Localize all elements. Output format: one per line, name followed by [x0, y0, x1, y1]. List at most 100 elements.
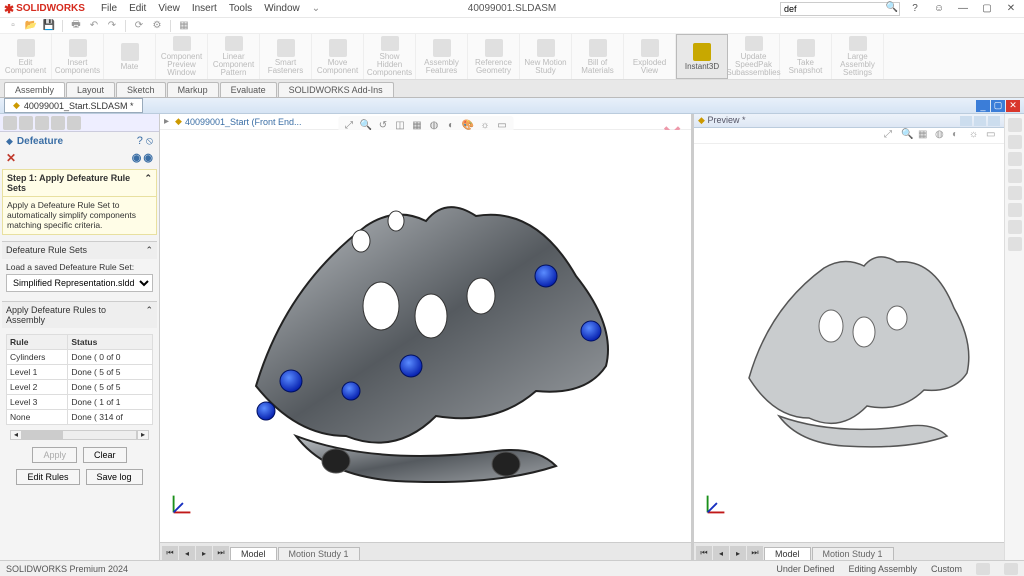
- open-icon[interactable]: 📂: [24, 19, 38, 33]
- table-row[interactable]: Level 2Done ( 5 of 5: [7, 379, 153, 394]
- ribbon-mate[interactable]: Mate: [104, 34, 156, 79]
- taskpane-forum-icon[interactable]: [1008, 237, 1022, 251]
- ribbon-exploded-view[interactable]: Exploded View: [624, 34, 676, 79]
- tab-motion-study[interactable]: Motion Study 1: [278, 547, 360, 560]
- tab-motion-study[interactable]: Motion Study 1: [812, 547, 894, 560]
- cancel-icon[interactable]: ✕: [6, 151, 16, 165]
- search-input[interactable]: [780, 2, 900, 16]
- prev-step-icon[interactable]: ◉: [132, 151, 142, 165]
- rule-set-combo[interactable]: Simplified Representation.slddrs: [6, 274, 153, 292]
- user-icon[interactable]: ☺: [930, 2, 948, 16]
- tab-nav-last-icon[interactable]: ⏭: [213, 546, 229, 560]
- taskpane-home-icon[interactable]: [1008, 118, 1022, 132]
- tab-model[interactable]: Model: [230, 547, 277, 560]
- preview-canvas[interactable]: [694, 144, 1004, 542]
- tab-nav-first-icon[interactable]: ⏮: [696, 546, 712, 560]
- options-icon[interactable]: ⚙: [150, 19, 164, 33]
- status-custom[interactable]: Custom: [931, 564, 962, 574]
- window-restore[interactable]: ▢: [978, 2, 996, 16]
- redo-icon[interactable]: ↷: [105, 19, 119, 33]
- menu-file[interactable]: File: [101, 3, 117, 14]
- tab-nav-prev-icon[interactable]: ◂: [713, 546, 729, 560]
- tab-assembly[interactable]: Assembly: [4, 82, 65, 97]
- ribbon-assembly-features[interactable]: Assembly Features: [416, 34, 468, 79]
- status-rebuild-icon[interactable]: [1004, 563, 1018, 575]
- undo-icon[interactable]: ↶: [87, 19, 101, 33]
- orientation-triad[interactable]: [168, 490, 196, 518]
- scene-icon[interactable]: ☼: [969, 129, 983, 143]
- table-row[interactable]: CylindersDone ( 0 of 0: [7, 349, 153, 364]
- preview-maximize[interactable]: [974, 116, 986, 126]
- scroll-right-icon[interactable]: ▸: [137, 430, 149, 440]
- fm-tab-config-icon[interactable]: [35, 116, 49, 130]
- collapse-icon[interactable]: ⌃: [145, 305, 153, 325]
- table-row[interactable]: NoneDone ( 314 of: [7, 409, 153, 424]
- collapse-icon[interactable]: ⌃: [144, 173, 152, 193]
- taskpane-appearance-icon[interactable]: [1008, 203, 1022, 217]
- fm-tab-property-icon[interactable]: [19, 116, 33, 130]
- ribbon-smart-fasteners[interactable]: Smart Fasteners: [260, 34, 312, 79]
- save-icon[interactable]: 💾: [42, 19, 56, 33]
- tab-model[interactable]: Model: [764, 547, 811, 560]
- col-rule[interactable]: Rule: [7, 334, 68, 349]
- tab-sketch[interactable]: Sketch: [116, 82, 166, 97]
- mdi-close[interactable]: ✕: [1006, 100, 1020, 112]
- col-status[interactable]: Status: [68, 334, 153, 349]
- help-icon[interactable]: ?: [906, 2, 924, 16]
- next-step-icon[interactable]: ◉: [143, 151, 153, 165]
- taskpane-property-icon[interactable]: [1008, 220, 1022, 234]
- fm-tab-tree-icon[interactable]: [3, 116, 17, 130]
- section-apply-rules[interactable]: Apply Defeature Rules to Assembly ⌃: [2, 301, 157, 328]
- ribbon-edit-component[interactable]: Edit Component: [0, 34, 52, 79]
- table-row[interactable]: Level 1Done ( 5 of 5: [7, 364, 153, 379]
- ribbon-reference-geometry[interactable]: Reference Geometry: [468, 34, 520, 79]
- taskpane-resources-icon[interactable]: [1008, 135, 1022, 149]
- zoom-area-icon[interactable]: 🔍: [901, 129, 915, 143]
- main-canvas[interactable]: [160, 130, 691, 542]
- display-style-icon[interactable]: ◍: [935, 129, 949, 143]
- ribbon-new-motion-study[interactable]: New Motion Study: [520, 34, 572, 79]
- tree-expand-icon[interactable]: ▸: [164, 116, 169, 127]
- step-header[interactable]: Step 1: Apply Defeature Rule Sets ⌃: [2, 169, 157, 197]
- preview-minimize[interactable]: [960, 116, 972, 126]
- menu-edit[interactable]: Edit: [129, 3, 146, 14]
- tab-nav-prev-icon[interactable]: ◂: [179, 546, 195, 560]
- tab-addins[interactable]: SOLIDWORKS Add-Ins: [278, 82, 394, 97]
- ribbon-show-hidden[interactable]: Show Hidden Components: [364, 34, 416, 79]
- tab-markup[interactable]: Markup: [167, 82, 219, 97]
- menu-insert[interactable]: Insert: [192, 3, 217, 14]
- ribbon-large-assembly[interactable]: Large Assembly Settings: [832, 34, 884, 79]
- menu-window[interactable]: Window: [264, 3, 300, 14]
- breadcrumb[interactable]: ◆ 40099001_Start (Front End...: [175, 116, 302, 127]
- table-scrollbar[interactable]: ◂ ▸: [8, 429, 151, 441]
- ribbon-take-snapshot[interactable]: Take Snapshot: [780, 34, 832, 79]
- fm-tab-dim-icon[interactable]: [67, 116, 81, 130]
- tab-layout[interactable]: Layout: [66, 82, 115, 97]
- apply-button[interactable]: Apply: [32, 447, 77, 463]
- document-tab[interactable]: ◆ 40099001_Start.SLDASM *: [4, 98, 143, 113]
- new-icon[interactable]: ▫: [6, 19, 20, 33]
- taskpane-view-icon[interactable]: [1008, 186, 1022, 200]
- window-close[interactable]: ✕: [1002, 2, 1020, 16]
- fm-tab-display-icon[interactable]: [51, 116, 65, 130]
- tab-nav-next-icon[interactable]: ▸: [730, 546, 746, 560]
- window-minimize[interactable]: —: [954, 2, 972, 16]
- ribbon-instant3d[interactable]: Instant3D: [676, 34, 728, 79]
- tab-evaluate[interactable]: Evaluate: [220, 82, 277, 97]
- ribbon-move-component[interactable]: Move Component: [312, 34, 364, 79]
- edit-rules-button[interactable]: Edit Rules: [16, 469, 79, 485]
- clear-button[interactable]: Clear: [83, 447, 127, 463]
- tab-nav-last-icon[interactable]: ⏭: [747, 546, 763, 560]
- ribbon-component-preview[interactable]: Component Preview Window: [156, 34, 208, 79]
- preview-triad[interactable]: [702, 490, 730, 518]
- selection-icon[interactable]: ▦: [177, 19, 191, 33]
- ribbon-linear-pattern[interactable]: Linear Component Pattern: [208, 34, 260, 79]
- view-settings-icon[interactable]: ▭: [986, 129, 1000, 143]
- save-log-button[interactable]: Save log: [86, 469, 143, 485]
- menu-expand-icon[interactable]: ⌄: [312, 3, 320, 14]
- menu-tools[interactable]: Tools: [229, 3, 252, 14]
- rebuild-icon[interactable]: ⟳: [132, 19, 146, 33]
- mdi-maximize[interactable]: ▢: [991, 100, 1005, 112]
- preview-close[interactable]: [988, 116, 1000, 126]
- search-icon[interactable]: 🔍: [886, 2, 898, 13]
